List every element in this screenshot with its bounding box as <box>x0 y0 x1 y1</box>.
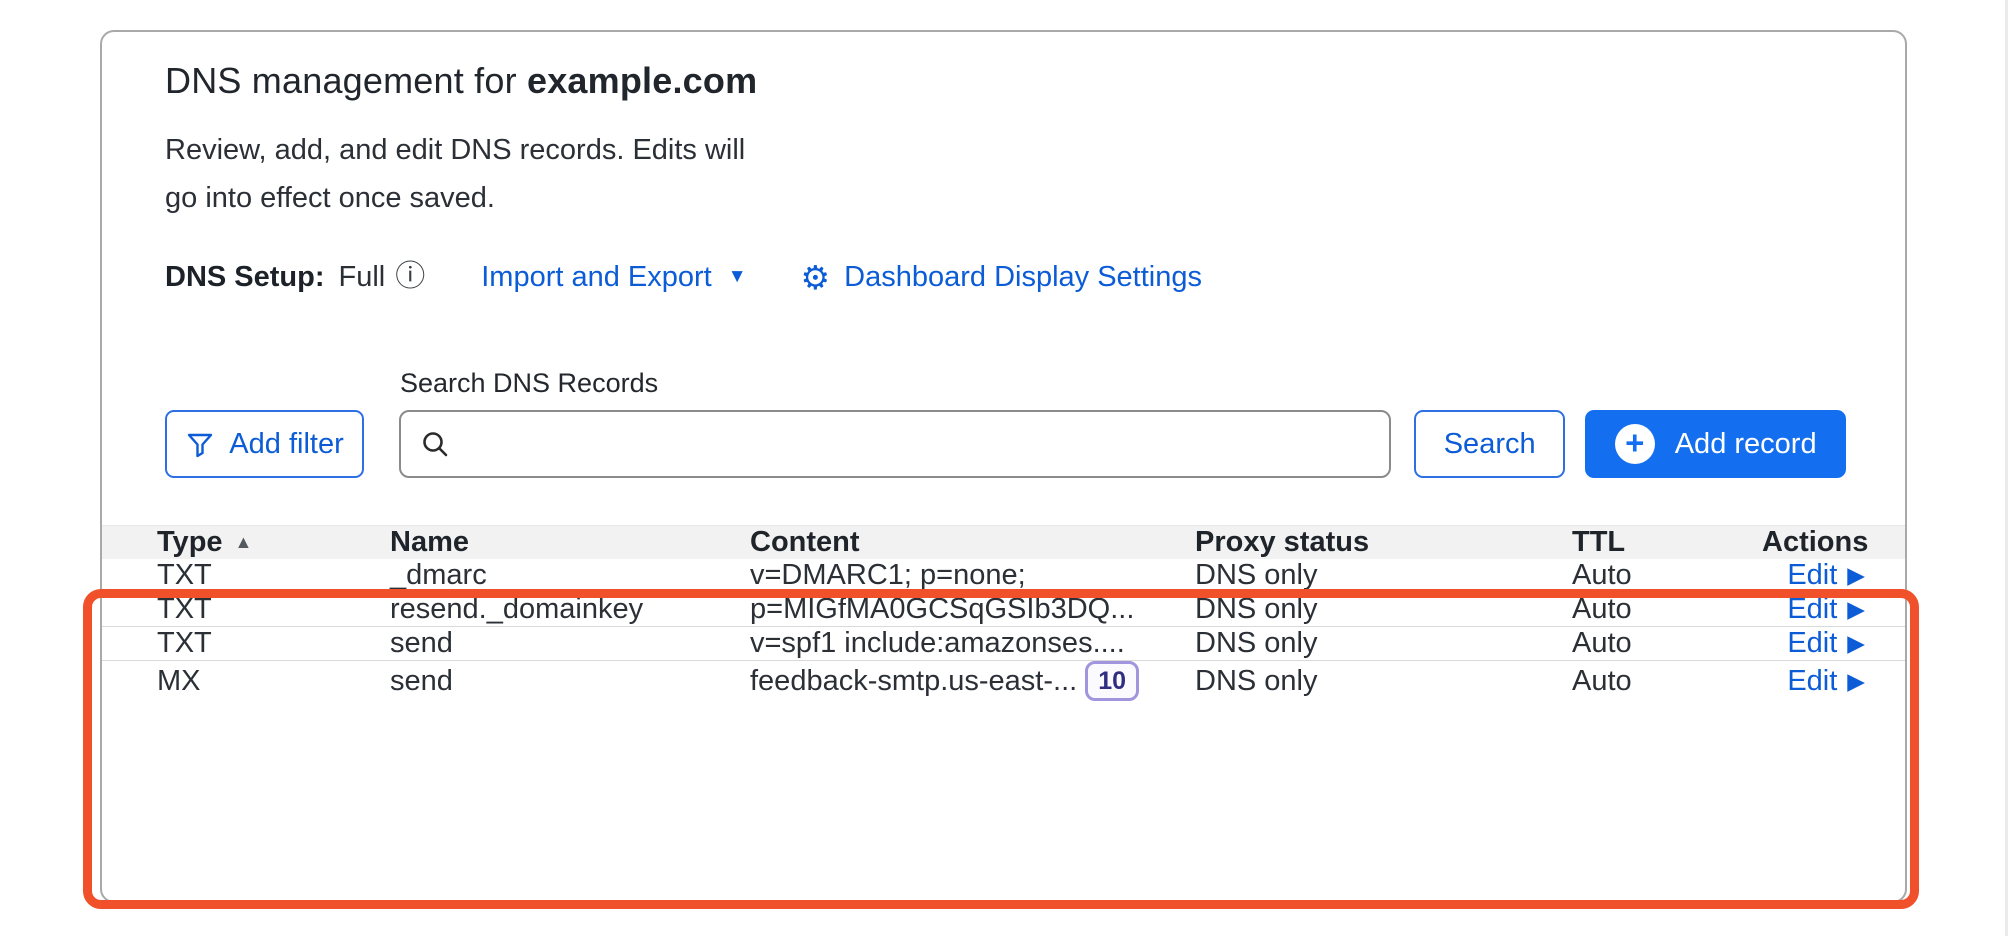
edit-record-link[interactable]: Edit▶ <box>1787 559 1865 592</box>
add-record-button[interactable]: + Add record <box>1585 410 1846 478</box>
column-header-ttl: TTL <box>1572 526 1762 559</box>
cell-ttl: Auto <box>1572 665 1762 698</box>
cell-ttl: Auto <box>1572 627 1762 660</box>
cell-ttl: Auto <box>1572 593 1762 626</box>
table-controls: Add filter Search + Add record <box>165 410 1846 478</box>
search-box <box>399 410 1391 478</box>
dns-records-table: Type ▲ Name Content Proxy status TTL Act… <box>102 525 1905 701</box>
edit-record-link[interactable]: Edit▶ <box>1787 627 1865 660</box>
add-filter-label: Add filter <box>229 428 343 461</box>
search-button[interactable]: Search <box>1414 410 1565 478</box>
column-header-content: Content <box>750 526 1195 559</box>
cell-content: v=spf1 include:amazonses.... <box>750 627 1195 660</box>
cell-type: TXT <box>157 593 390 626</box>
import-export-link[interactable]: Import and Export ▼ <box>481 261 746 294</box>
mx-priority-badge: 10 <box>1085 661 1139 701</box>
plus-icon: + <box>1615 424 1655 464</box>
cell-proxy-status: DNS only <box>1195 665 1572 698</box>
dashboard-display-settings-link[interactable]: ⚙ Dashboard Display Settings <box>801 261 1202 294</box>
sort-ascending-icon: ▲ <box>235 532 253 553</box>
info-icon[interactable]: ⓘ <box>395 262 425 292</box>
import-export-label: Import and Export <box>481 261 712 294</box>
cell-ttl: Auto <box>1572 559 1762 592</box>
page-description: Review, add, and edit DNS records. Edits… <box>165 126 745 222</box>
search-input[interactable] <box>463 428 1371 460</box>
page-right-divider <box>2005 0 2008 936</box>
table-row: TXT resend._domainkey p=MIGfMA0GCSqGSIb3… <box>102 593 1905 627</box>
edit-record-link[interactable]: Edit▶ <box>1787 593 1865 626</box>
search-icon <box>419 428 451 460</box>
edit-record-link[interactable]: Edit▶ <box>1787 665 1865 698</box>
cell-proxy-status: DNS only <box>1195 627 1572 660</box>
add-record-label: Add record <box>1675 428 1817 461</box>
cell-proxy-status: DNS only <box>1195 593 1572 626</box>
cell-type: TXT <box>157 627 390 660</box>
dns-management-card: DNS management for example.com Review, a… <box>100 30 1907 903</box>
edit-arrow-icon: ▶ <box>1847 630 1865 657</box>
add-filter-button[interactable]: Add filter <box>165 410 364 478</box>
cell-name: resend._domainkey <box>390 593 750 626</box>
dashboard-display-settings-label: Dashboard Display Settings <box>844 261 1202 294</box>
page-description-line1: Review, add, and edit DNS records. Edits… <box>165 126 745 174</box>
page-title: DNS management for example.com <box>165 60 757 102</box>
cell-type: TXT <box>157 559 390 592</box>
table-row: TXT _dmarc v=DMARC1; p=none; DNS only Au… <box>102 559 1905 593</box>
column-header-proxy-status: Proxy status <box>1195 526 1572 559</box>
filter-funnel-icon <box>185 429 215 459</box>
table-header-row: Type ▲ Name Content Proxy status TTL Act… <box>102 525 1905 559</box>
dns-setup-value: Full <box>339 261 386 294</box>
dns-setup-label: DNS Setup: <box>165 261 325 294</box>
page-title-prefix: DNS management for <box>165 60 527 101</box>
cell-name: send <box>390 627 750 660</box>
chevron-down-icon: ▼ <box>728 266 747 288</box>
column-header-actions: Actions <box>1762 526 1868 559</box>
dns-setup-row: DNS Setup: Full ⓘ Import and Export ▼ ⚙ Da… <box>165 254 1202 300</box>
column-header-type[interactable]: Type ▲ <box>157 526 390 559</box>
page-title-domain: example.com <box>527 60 757 101</box>
gear-icon: ⚙ <box>801 261 831 294</box>
search-records-label: Search DNS Records <box>400 368 658 399</box>
page-description-line2: go into effect once saved. <box>165 174 745 222</box>
table-row: MX send feedback-smtp.us-east-...10 DNS … <box>102 661 1905 701</box>
cell-name: _dmarc <box>390 559 750 592</box>
cell-content: v=DMARC1; p=none; <box>750 559 1195 592</box>
edit-arrow-icon: ▶ <box>1847 668 1865 695</box>
cell-proxy-status: DNS only <box>1195 559 1572 592</box>
edit-arrow-icon: ▶ <box>1847 562 1865 589</box>
cell-content: p=MIGfMA0GCSqGSIb3DQ... <box>750 593 1195 626</box>
cell-type: MX <box>157 665 390 698</box>
table-row: TXT send v=spf1 include:amazonses.... DN… <box>102 627 1905 661</box>
cell-name: send <box>390 665 750 698</box>
cell-content: feedback-smtp.us-east-...10 <box>750 661 1195 701</box>
edit-arrow-icon: ▶ <box>1847 596 1865 623</box>
column-header-name: Name <box>390 526 750 559</box>
search-button-label: Search <box>1444 428 1536 461</box>
